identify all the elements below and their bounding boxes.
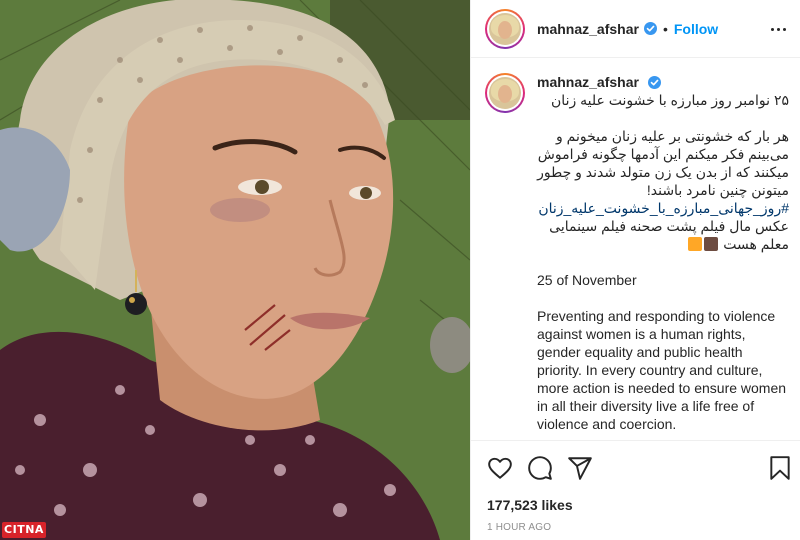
caption-film-note-line2: معلم هست <box>537 235 789 253</box>
caption-film-note-2: معلم هست <box>723 236 789 252</box>
watermark-logo: CITNA <box>2 522 46 538</box>
post-side-panel: mahnaz_afshar • Follow mahnaz_afshar ۲۵ … <box>470 0 800 540</box>
caption-film-note: عکس مال فیلم پشت صحنه فیلم سینمایی <box>549 218 789 234</box>
verified-badge-icon <box>643 22 657 35</box>
camera-emoji-icon <box>688 237 703 251</box>
comment-icon[interactable] <box>527 455 553 481</box>
avatar[interactable] <box>485 8 525 49</box>
post-timestamp[interactable]: 1 HOUR AGO <box>487 522 551 533</box>
caption-english-date: 25 of November <box>537 272 637 288</box>
username-link[interactable]: mahnaz_afshar <box>537 21 639 37</box>
post-header: mahnaz_afshar • Follow <box>471 0 800 58</box>
paper-plane-icon[interactable] <box>567 455 593 481</box>
heart-icon[interactable] <box>487 455 513 481</box>
bookmark-icon[interactable] <box>767 455 793 481</box>
caption-area[interactable]: mahnaz_afshar ۲۵ نوامبر روز مبارزه با خش… <box>471 59 800 439</box>
caption-hashtag[interactable]: #روز_جهانی_مبارزه_با_خشونت_علیه_زنان <box>537 199 789 217</box>
caption-paragraph-persian: هر بار که خشونتی بر علیه زنان میخونم و م… <box>537 128 789 198</box>
likes-count[interactable]: 177,523 likes <box>487 497 573 513</box>
caption-username[interactable]: mahnaz_afshar <box>537 74 639 90</box>
verified-badge-icon <box>647 76 661 89</box>
more-options-icon[interactable] <box>769 21 787 37</box>
follow-button[interactable]: Follow <box>674 21 718 37</box>
caption-avatar[interactable] <box>485 73 525 113</box>
action-bar <box>471 440 800 498</box>
caption-english-body: Preventing and responding to violence ag… <box>537 308 787 432</box>
caption-headline: ۲۵ نوامبر روز مبارزه با خشونت علیه زنان <box>551 92 789 108</box>
separator-dot: • <box>662 20 668 37</box>
film-emoji-icon <box>704 237 719 251</box>
caption-text: mahnaz_afshar ۲۵ نوامبر روز مبارزه با خش… <box>537 73 789 433</box>
post-photo[interactable]: CITNA <box>0 0 470 540</box>
portrait-illustration <box>0 0 470 540</box>
